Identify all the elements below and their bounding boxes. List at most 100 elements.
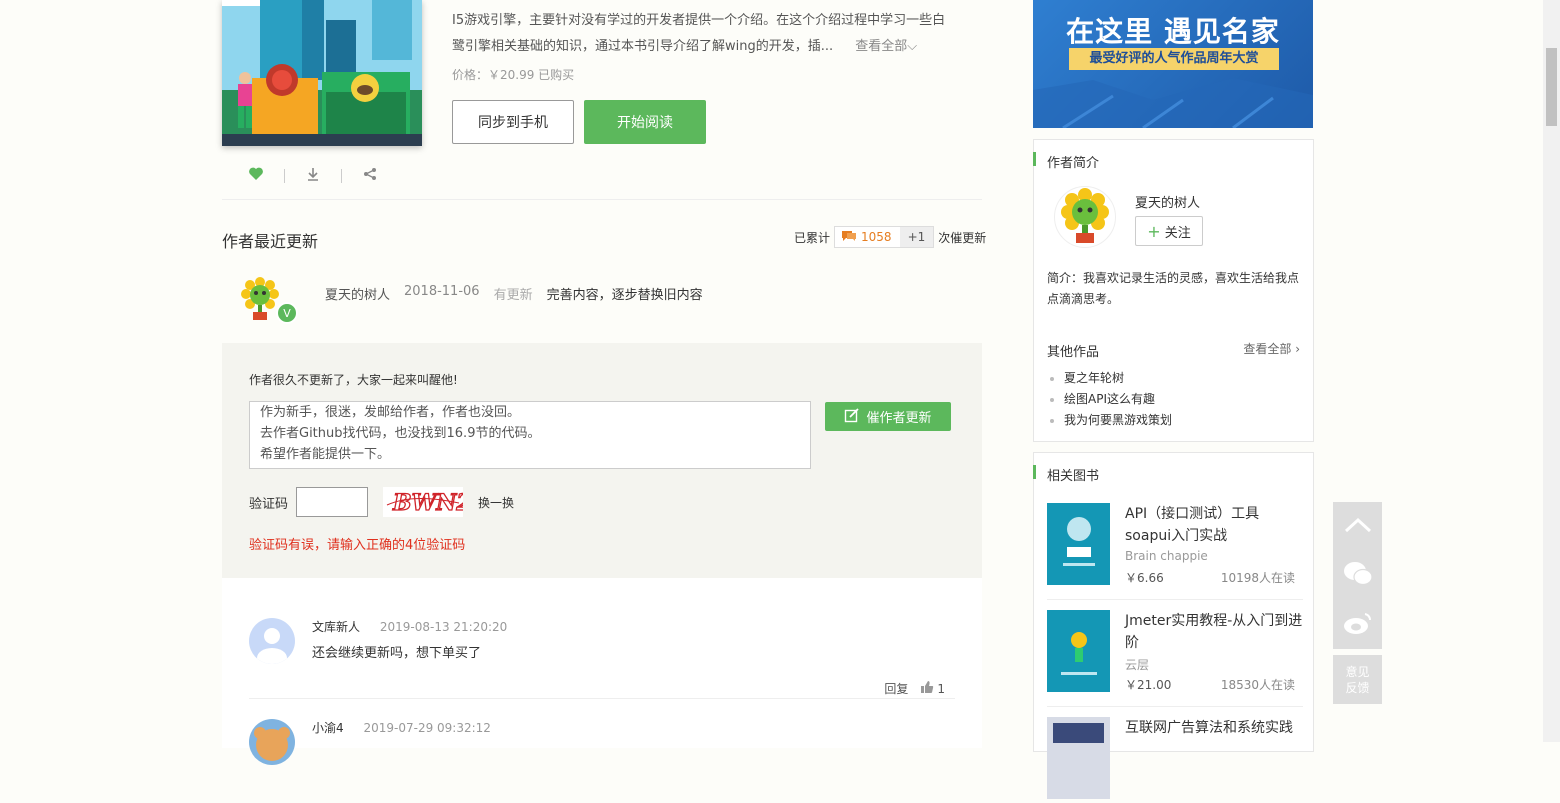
urge-prompt: 作者很久不更新了，大家一起来叫醒他! [249, 373, 458, 387]
captcha-image[interactable]: BWN2 [383, 487, 472, 517]
banner-headline: 在这里 遇见名家 [1066, 15, 1280, 48]
plus-icon: + [1147, 221, 1161, 241]
urge-button-label: 催作者更新 [866, 411, 932, 426]
other-works-title: 其他作品 [1047, 345, 1100, 360]
section-title-updates: 作者最近更新 [222, 232, 319, 251]
verified-badge: V [276, 302, 298, 324]
back-to-top-button[interactable] [1333, 502, 1382, 551]
book-price: ￥6.66 [1125, 571, 1164, 585]
comment-text: 还会继续更新吗，想下单买了 [312, 646, 482, 661]
like-button[interactable]: 1 [920, 680, 945, 697]
book-cover[interactable] [222, 0, 422, 146]
book-thumbnail[interactable] [1047, 503, 1110, 585]
feedback-button[interactable]: 意见反馈 [1333, 655, 1382, 704]
urge-count-badge[interactable]: 1058 +1 [834, 226, 935, 248]
svg-text:BWN2: BWN2 [392, 490, 463, 516]
author-bio: 简介：我喜欢记录生活的灵感，喜欢生活给我点点滴滴思考。 [1047, 271, 1300, 306]
book-author: Brain chappie [1125, 549, 1208, 563]
plus-one-button[interactable]: +1 [899, 227, 934, 247]
stat-suffix: 次催更新 [938, 230, 987, 245]
chevron-right-icon: › [1295, 342, 1300, 356]
book-price: 价格：￥20.99 已购买 [452, 68, 575, 82]
book-readers: 18530人在读 [1220, 678, 1295, 692]
user-avatar[interactable] [249, 618, 295, 664]
work-item[interactable]: 夏之年轮树 [1064, 368, 1172, 389]
book-thumbnail[interactable] [1047, 717, 1110, 799]
download-icon[interactable] [305, 166, 321, 186]
comment-user[interactable]: 小渝4 [312, 721, 344, 735]
book-thumbnail[interactable] [1047, 610, 1110, 692]
promo-banner[interactable]: 在这里 遇见名家 最受好评的人气作品周年大赏 [1033, 0, 1313, 128]
wechat-icon [1343, 561, 1373, 591]
author-avatar-large[interactable] [1054, 186, 1116, 248]
follow-label: 关注 [1164, 225, 1191, 241]
page-scrollbar[interactable] [1543, 0, 1560, 742]
scrollbar-thumb[interactable] [1546, 48, 1557, 126]
edit-icon [844, 407, 860, 427]
weibo-icon [1343, 610, 1373, 640]
comment-icon [841, 229, 857, 246]
card-title: 相关图书 [1032, 465, 1099, 484]
author-name[interactable]: 夏天的树人 [325, 284, 390, 303]
author-intro-card: 作者简介 夏天的树人 + 关注 简介：我喜欢记录生活的灵感，喜欢生活给我点点滴滴… [1032, 139, 1314, 442]
book-actions [248, 166, 378, 186]
urge-message-input[interactable] [249, 401, 811, 469]
refresh-captcha-link[interactable]: 换一换 [478, 494, 514, 511]
divider [341, 169, 342, 183]
captcha-label: 验证码 [249, 497, 289, 512]
share-icon[interactable] [362, 166, 378, 186]
wechat-share-button[interactable] [1333, 551, 1382, 600]
weibo-share-button[interactable] [1333, 600, 1382, 649]
view-all-description-link[interactable]: 查看全部⌵ [855, 39, 917, 54]
card-title: 作者简介 [1032, 152, 1099, 171]
like-count: 1 [937, 681, 945, 696]
book-description: I5游戏引擎，主要针对没有学过的开发者提供一个介绍。在这个介绍过程中学习一些白 … [452, 8, 982, 60]
author-name[interactable]: 夏天的树人 [1135, 192, 1200, 211]
captcha-error: 验证码有误，请输入正确的4位验证码 [249, 538, 466, 553]
book-readers: 10198人在读 [1220, 571, 1295, 585]
sync-to-phone-button[interactable]: 同步到手机 [452, 100, 574, 144]
comment-meta: 文库新人 2019-08-13 21:20:20 [312, 618, 507, 635]
heart-icon[interactable] [248, 166, 264, 186]
divider [249, 698, 955, 699]
urge-update-panel: 作者很久不更新了，大家一起来叫醒他! 催作者更新 验证码 BWN2 换一换 验证… [222, 343, 982, 578]
thumbs-up-icon [920, 680, 934, 697]
book-author: 云层 [1125, 658, 1150, 672]
urge-count: 1058 [861, 230, 892, 244]
comment-user[interactable]: 文库新人 [312, 620, 360, 634]
divider [284, 169, 285, 183]
view-all-works-link[interactable]: 查看全部 › [1243, 340, 1300, 357]
other-works-list: 夏之年轮树 绘图API这么有趣 我为何要黑游戏策划 [1047, 368, 1172, 431]
work-item[interactable]: 我为何要黑游戏策划 [1064, 410, 1172, 431]
divider [1047, 706, 1303, 707]
update-content: 完善内容，逐步替换旧内容 [546, 288, 703, 303]
start-reading-button[interactable]: 开始阅读 [584, 100, 706, 144]
description-text: 鹭引擎相关基础的知识，通过本书引导介绍了解wing的开发，插... [452, 39, 834, 54]
reply-button[interactable]: 回复 [884, 680, 908, 697]
comment-actions: 回复 1 [884, 680, 945, 697]
chevron-up-icon [1344, 517, 1372, 537]
comment-time: 2019-07-29 09:32:12 [363, 721, 491, 735]
user-avatar[interactable] [249, 719, 295, 765]
floating-toolbar: 意见反馈 [1333, 502, 1382, 704]
comment-list: 文库新人 2019-08-13 21:20:20 还会继续更新吗，想下单买了 回… [222, 578, 982, 765]
captcha-input[interactable] [296, 487, 368, 517]
urge-stats: 已累计 1058 +1 次催更新 [794, 226, 986, 248]
stat-prefix: 已累计 [794, 230, 831, 245]
comment-time: 2019-08-13 21:20:20 [379, 620, 508, 634]
chevron-down-icon: ⌵ [907, 39, 918, 54]
urge-author-button[interactable]: 催作者更新 [825, 402, 951, 431]
divider [222, 199, 982, 200]
book-title[interactable]: 互联网广告算法和系统实践 [1125, 717, 1305, 739]
comment-meta: 小渝4 2019-07-29 09:32:12 [312, 719, 491, 736]
divider [1047, 599, 1303, 600]
description-line-2: 鹭引擎相关基础的知识，通过本书引导介绍了解wing的开发，插... 查看全部⌵ [452, 34, 982, 60]
book-title[interactable]: Jmeter实用教程-从入门到进阶 [1125, 610, 1305, 654]
update-meta: 夏天的树人 2018-11-06 有更新 完善内容，逐步替换旧内容 [325, 284, 703, 303]
work-item[interactable]: 绘图API这么有趣 [1064, 389, 1172, 410]
book-title[interactable]: API（接口测试）工具soapui入门实战 [1125, 503, 1305, 547]
update-status: 有更新 [493, 288, 533, 303]
description-line-1: I5游戏引擎，主要针对没有学过的开发者提供一个介绍。在这个介绍过程中学习一些白 [452, 13, 946, 28]
follow-button[interactable]: + 关注 [1135, 216, 1203, 246]
book-price: ￥21.00 [1125, 678, 1172, 692]
